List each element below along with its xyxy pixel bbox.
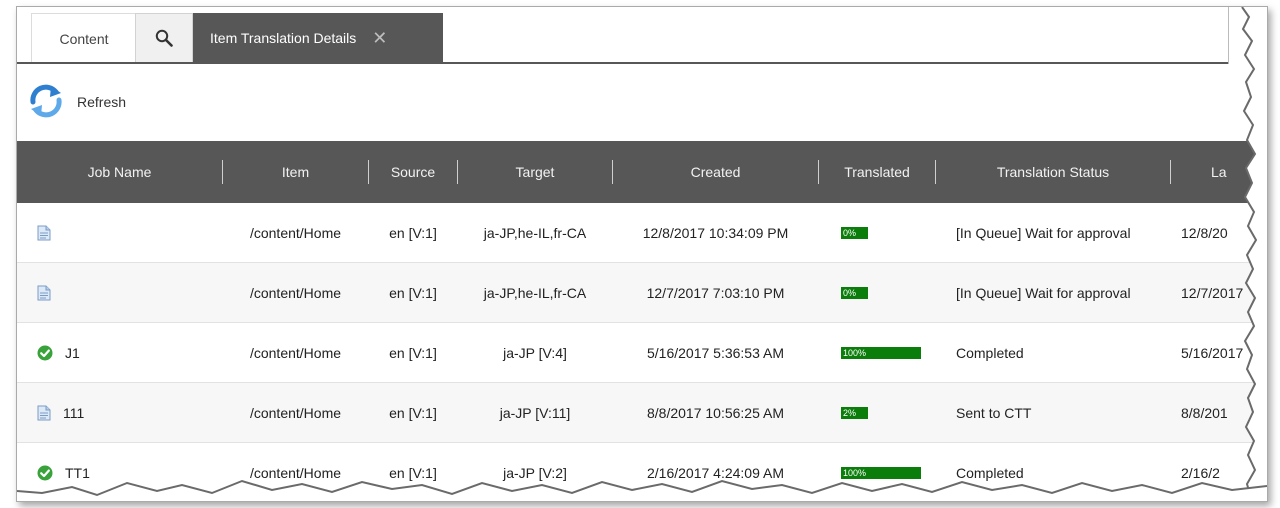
last-modified-cell: 5/16/2017 <box>1181 344 1244 361</box>
created-cell: 12/7/2017 7:03:10 PM <box>646 284 785 301</box>
job-name-cell[interactable] <box>17 203 222 262</box>
last-modified-cell: 12/7/2017 <box>1181 284 1244 301</box>
column-header-source[interactable]: Source <box>369 141 457 203</box>
translation-status-cell: Completed <box>956 344 1024 361</box>
table-row[interactable]: J1/content/Home en [V:1] ja-JP [V:4] 5/16/2… <box>17 323 1267 383</box>
job-name-cell[interactable]: J1 <box>17 323 222 382</box>
column-header-job-name[interactable]: Job Name <box>17 141 222 203</box>
document-icon <box>37 405 51 421</box>
item-cell: /content/Home <box>249 224 342 241</box>
translated-cell: 100% <box>819 443 935 501</box>
progress-label: 100% <box>843 347 867 358</box>
table-row[interactable]: TT1/content/Home en [V:1] ja-JP [V:2] 2/16/… <box>17 443 1267 501</box>
table-row[interactable]: /content/Home en [V:1] ja-JP,he-IL,fr-CA 12… <box>17 203 1267 263</box>
target-cell: ja-JP [V:2] <box>503 464 567 481</box>
progress-bar: 0% <box>841 286 921 299</box>
created-cell: 5/16/2017 5:36:53 AM <box>647 344 784 361</box>
progress-bar: 100% <box>841 466 921 479</box>
target-cell: ja-JP [V:4] <box>503 344 567 361</box>
column-header-translated[interactable]: Translated <box>819 141 935 203</box>
progress-bar: 0% <box>841 226 921 239</box>
target-cell: ja-JP,he-IL,fr-CA <box>483 284 587 301</box>
progress-bar: 2% <box>841 406 921 419</box>
translation-status-cell: Sent to CTT <box>956 404 1032 421</box>
created-cell: 2/16/2017 4:24:09 AM <box>647 464 784 481</box>
job-name: J1 <box>65 344 80 361</box>
table-header: Job Name Item Source Target Created Tran… <box>17 141 1267 203</box>
column-header-translation-status[interactable]: Translation Status <box>936 141 1170 203</box>
table-row[interactable]: 111/content/Home en [V:1] ja-JP [V:11] 8/8/… <box>17 383 1267 443</box>
source-cell: en [V:1] <box>389 344 437 361</box>
tab-search[interactable] <box>135 13 193 64</box>
item-cell: /content/Home <box>249 344 342 361</box>
job-name: 111 <box>63 404 85 421</box>
progress-label: 0% <box>843 287 857 298</box>
item-cell: /content/Home <box>249 464 342 481</box>
created-cell: 12/8/2017 10:34:09 PM <box>642 224 789 241</box>
toolbar: Refresh <box>17 64 1267 141</box>
translation-status-cell: [In Queue] Wait for approval <box>956 284 1131 301</box>
document-icon <box>37 225 51 241</box>
refresh-label: Refresh <box>77 94 127 110</box>
tab-content[interactable]: Content <box>31 13 137 64</box>
document-icon <box>37 285 51 301</box>
target-cell: ja-JP [V:11] <box>499 404 571 421</box>
last-modified-cell: 12/8/20 <box>1181 224 1228 241</box>
translation-window: Content Item Translation Details ✕ Refre… <box>16 6 1268 502</box>
job-name: TT1 <box>65 464 90 481</box>
item-cell: /content/Home <box>249 284 342 301</box>
column-header-target[interactable]: Target <box>458 141 612 203</box>
refresh-icon <box>27 82 65 123</box>
progress-label: 2% <box>843 407 857 418</box>
progress-label: 0% <box>843 227 857 238</box>
last-modified-cell: 8/8/201 <box>1181 404 1228 421</box>
translated-cell: 2% <box>819 383 935 442</box>
table-row[interactable]: /content/Home en [V:1] ja-JP,he-IL,fr-CA 12… <box>17 263 1267 323</box>
translated-cell: 0% <box>819 203 935 262</box>
translation-status-cell: Completed <box>956 464 1024 481</box>
source-cell: en [V:1] <box>389 284 437 301</box>
job-name-cell[interactable] <box>17 263 222 322</box>
refresh-button[interactable]: Refresh <box>27 82 126 122</box>
tab-content-label: Content <box>59 31 109 47</box>
translated-cell: 100% <box>819 323 935 382</box>
tab-active-label: Item Translation Details <box>210 30 357 46</box>
source-cell: en [V:1] <box>389 224 437 241</box>
progress-label: 100% <box>843 467 867 478</box>
search-icon <box>155 29 173 50</box>
target-cell: ja-JP,he-IL,fr-CA <box>483 224 587 241</box>
created-cell: 8/8/2017 10:56:25 AM <box>647 404 784 421</box>
check-circle-icon <box>37 345 53 361</box>
source-cell: en [V:1] <box>389 404 437 421</box>
column-header-last-modified[interactable]: La <box>1171 141 1267 203</box>
tab-item-translation-details[interactable]: Item Translation Details ✕ <box>193 13 443 63</box>
item-cell: /content/Home <box>249 404 342 421</box>
last-modified-cell: 2/16/2 <box>1181 464 1220 481</box>
job-name-cell[interactable]: TT1 <box>17 443 222 501</box>
translated-cell: 0% <box>819 263 935 322</box>
source-cell: en [V:1] <box>389 464 437 481</box>
progress-bar: 100% <box>841 346 921 359</box>
tab-bar: Content Item Translation Details ✕ <box>17 7 1229 64</box>
column-header-item[interactable]: Item <box>223 141 368 203</box>
column-header-created[interactable]: Created <box>613 141 818 203</box>
close-icon[interactable]: ✕ <box>372 28 387 49</box>
check-circle-icon <box>37 465 53 481</box>
translation-status-cell: [In Queue] Wait for approval <box>956 224 1131 241</box>
job-name-cell[interactable]: 111 <box>17 383 222 442</box>
